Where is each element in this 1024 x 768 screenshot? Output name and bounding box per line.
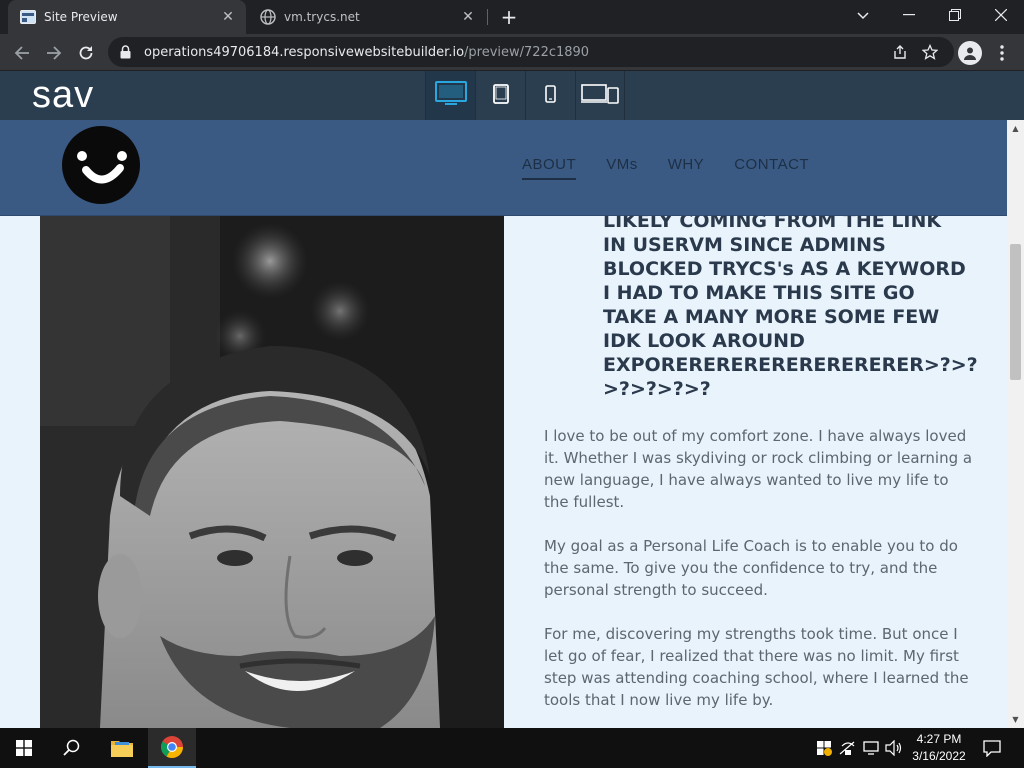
about-paragraph-3: For me, discovering my strengths took ti…: [544, 625, 969, 709]
minimize-window-icon[interactable]: [886, 0, 932, 30]
clock-date: 3/16/2022: [912, 749, 966, 763]
nav-vms[interactable]: VMs: [606, 156, 638, 180]
site-nav: ABOUT VMs WHY CONTACT: [522, 156, 809, 180]
new-tab-button[interactable]: +: [497, 6, 521, 28]
nav-contact[interactable]: CONTACT: [734, 156, 809, 180]
tablet-view-button[interactable]: [475, 71, 525, 120]
portrait-photo: [40, 216, 504, 728]
tab-title: vm.trycs.net: [284, 10, 360, 24]
search-icon: [63, 739, 80, 756]
tab-strip: Site Preview ✕ vm.trycs.net ✕ +: [0, 0, 1024, 34]
volume-icon[interactable]: [884, 738, 904, 758]
close-window-icon[interactable]: [978, 0, 1024, 30]
folder-icon: [111, 741, 133, 757]
page-scrollbar[interactable]: ▲ ▼: [1007, 120, 1024, 728]
tab-separator: [487, 9, 488, 25]
tablet-icon: [492, 83, 509, 108]
scroll-down-arrow-icon[interactable]: ▼: [1007, 711, 1024, 728]
site-preview-favicon-icon: [20, 9, 36, 25]
close-tab-icon[interactable]: ✕: [458, 7, 478, 27]
address-bar[interactable]: operations49706184.responsivewebsitebuil…: [108, 37, 954, 67]
security-shield-icon[interactable]: [814, 738, 834, 758]
tab-vm-trycs[interactable]: vm.trycs.net ✕: [250, 0, 486, 34]
share-icon[interactable]: [890, 42, 910, 62]
clock-time: 4:27 PM: [916, 732, 962, 746]
all-devices-view-button[interactable]: [575, 71, 625, 120]
site-header: ABOUT VMs WHY CONTACT: [0, 120, 1007, 216]
preview-viewport: LIKELY COMING FROM THE LINK IN USERVM SI…: [0, 120, 1024, 728]
builder-preview-bar: sav: [0, 71, 1024, 120]
mobile-view-button[interactable]: [525, 71, 575, 120]
chrome-icon: [161, 736, 183, 758]
device-switcher: [425, 71, 625, 120]
mobile-icon: [545, 84, 556, 107]
url-text: operations49706184.responsivewebsitebuil…: [144, 45, 589, 60]
profile-avatar-icon[interactable]: [958, 41, 982, 65]
url-host: operations49706184.responsivewebsitebuil…: [144, 44, 465, 60]
all-devices-icon: [581, 83, 619, 108]
tab-search-chevron-icon[interactable]: [852, 6, 874, 26]
url-path: /preview/722c1890: [464, 44, 590, 60]
lock-icon[interactable]: [120, 45, 134, 59]
tab-title: Site Preview: [44, 10, 118, 24]
file-explorer-button[interactable]: [98, 728, 146, 768]
forward-icon[interactable]: [40, 39, 68, 67]
restore-window-icon[interactable]: [932, 0, 978, 30]
search-button[interactable]: [48, 728, 96, 768]
start-button[interactable]: [0, 728, 48, 768]
about-paragraph-2: My goal as a Personal Life Coach is to e…: [544, 537, 958, 599]
system-clock[interactable]: 4:27 PM 3/16/2022: [906, 731, 972, 765]
windows-logo-icon: [16, 740, 32, 756]
display-icon[interactable]: [862, 738, 882, 758]
about-paragraph-1: I love to be out of my comfort zone. I h…: [544, 427, 973, 511]
notification-center-icon[interactable]: [980, 736, 1004, 760]
globe-icon: [260, 9, 276, 25]
chrome-taskbar-button[interactable]: [148, 728, 196, 768]
desktop-icon: [434, 80, 467, 111]
reload-icon[interactable]: [72, 39, 100, 67]
desktop-view-button[interactable]: [425, 71, 475, 120]
bookmark-star-icon[interactable]: [920, 42, 940, 62]
site-logo[interactable]: [62, 126, 140, 204]
nav-about[interactable]: ABOUT: [522, 156, 577, 180]
browser-menu-icon[interactable]: [992, 41, 1012, 65]
builder-logo: sav: [32, 74, 95, 116]
back-icon[interactable]: [8, 39, 36, 67]
windows-taskbar: 4:27 PM 3/16/2022: [0, 728, 1024, 768]
network-disconnected-icon[interactable]: [838, 738, 858, 758]
headline: LIKELY COMING FROM THE LINK IN USERVM SI…: [603, 210, 978, 400]
scroll-thumb[interactable]: [1010, 244, 1021, 380]
smiley-logo-icon: [77, 151, 127, 184]
close-tab-icon[interactable]: ✕: [218, 7, 238, 27]
browser-toolbar: operations49706184.responsivewebsitebuil…: [0, 34, 1024, 71]
tab-site-preview[interactable]: Site Preview ✕: [8, 0, 246, 34]
nav-why[interactable]: WHY: [668, 156, 705, 180]
scroll-up-arrow-icon[interactable]: ▲: [1007, 120, 1024, 137]
